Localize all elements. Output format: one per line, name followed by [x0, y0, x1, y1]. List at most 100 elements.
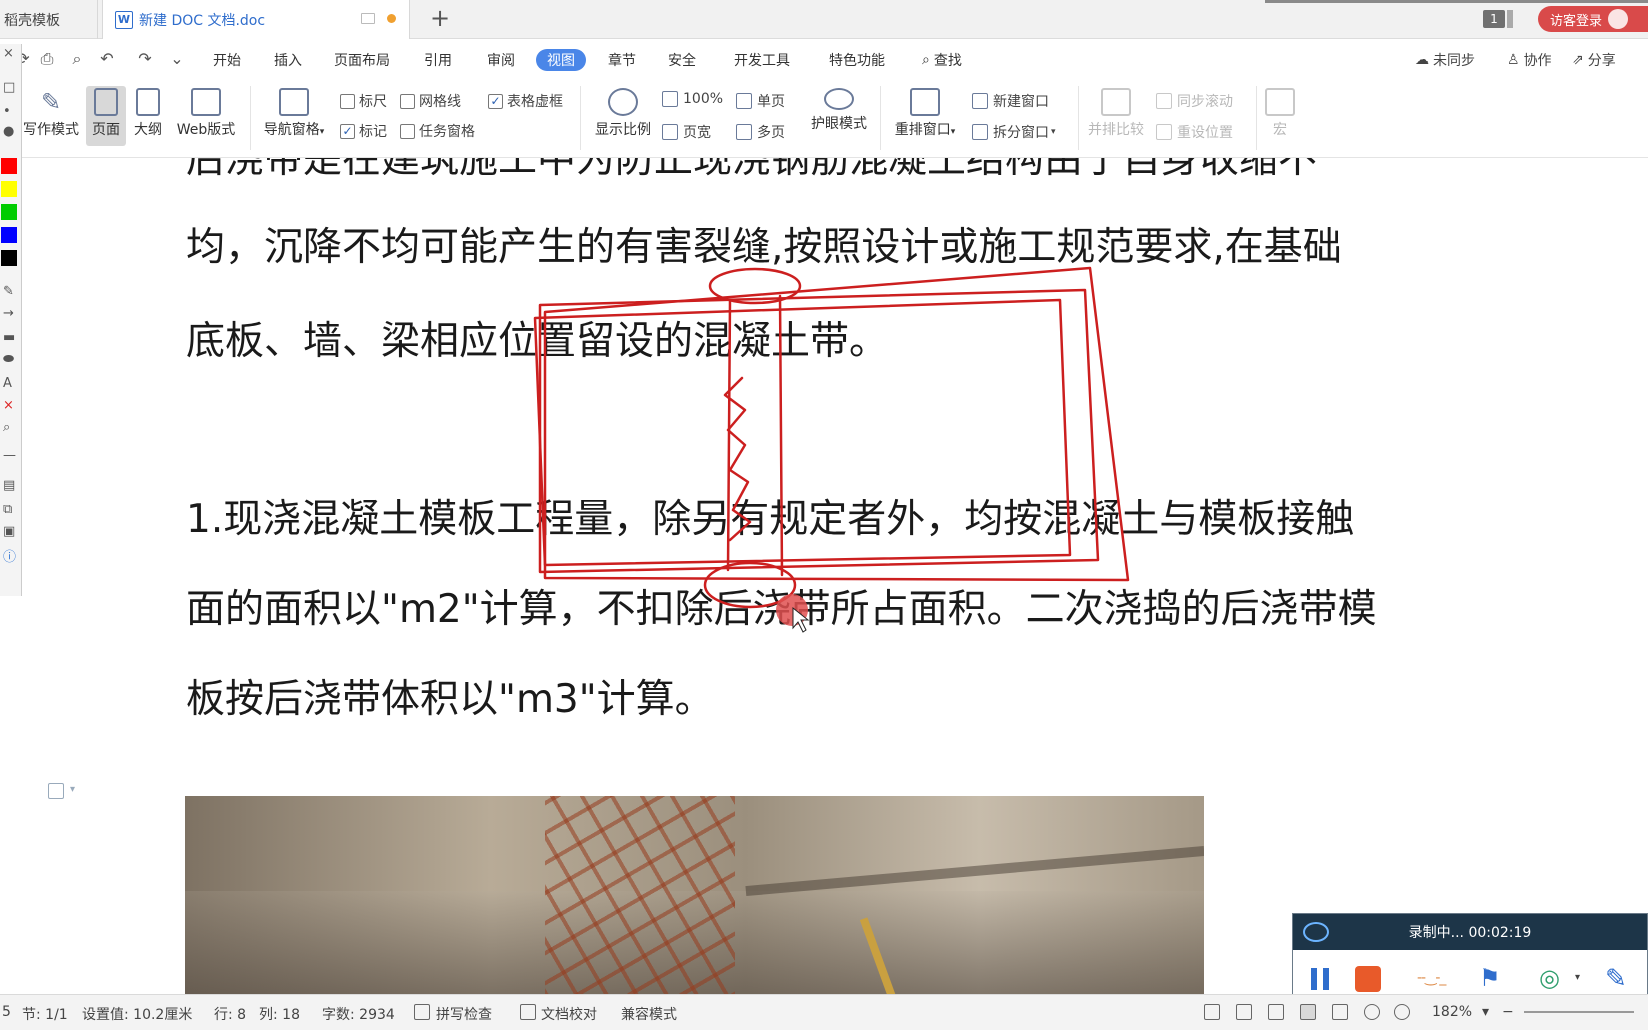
share-button[interactable]: ⇗ 分享	[1572, 49, 1616, 71]
sync-button[interactable]: ☁ 未同步	[1415, 49, 1475, 71]
color-yellow-swatch[interactable]	[1, 181, 17, 197]
doc-line-2[interactable]: 均，沉降不均可能产生的有害裂缝,按照设计或施工规范要求,在基础	[186, 216, 1342, 272]
doc-line-4[interactable]: 1.现浇混凝土模板工程量，除另有规定者外，均按混凝土与模板接触	[186, 488, 1354, 544]
zoom-level[interactable]: 182%	[1432, 1004, 1472, 1020]
multi-page-button[interactable]: 多页	[736, 122, 785, 142]
doc-line-1[interactable]: 后浇带是在建筑施工中为防止现浇钢筋混凝土结构由于自身收缩不	[186, 158, 1317, 184]
doc-proof-button[interactable]: 文档校对	[541, 1004, 597, 1024]
page-width-button[interactable]: 页宽	[662, 122, 711, 142]
page-indicator[interactable]: 5	[2, 1004, 11, 1020]
section-indicator[interactable]: 节: 1/1	[22, 1004, 68, 1024]
side-by-side-button[interactable]: 并排比较	[1084, 88, 1148, 144]
menu-developer[interactable]: 开发工具	[734, 49, 790, 71]
zoom-dropdown-icon[interactable]: ▾	[1482, 1004, 1489, 1020]
menu-features[interactable]: 特色功能	[829, 49, 885, 71]
pause-button[interactable]	[1307, 964, 1337, 994]
zoom-out-icon[interactable]: −	[1502, 1004, 1514, 1020]
arrow-tool-icon[interactable]: →	[3, 306, 14, 321]
copy-icon[interactable]: ⧉	[3, 502, 12, 517]
login-button[interactable]: 访客登录	[1538, 6, 1648, 32]
spell-check-button[interactable]: 拼写检查	[436, 1004, 492, 1024]
collab-button[interactable]: ♙ 协作	[1507, 49, 1552, 71]
toolbar-label-icon[interactable]: □	[3, 80, 15, 95]
zoom-button[interactable]: 显示比例	[590, 88, 656, 144]
line-tool-icon[interactable]: —	[3, 448, 16, 463]
table-gridlines-checkbox[interactable]: ✓ 表格虚框	[488, 91, 563, 111]
ruler-checkbox[interactable]: 标尺	[340, 91, 387, 111]
dropdown-caret-icon[interactable]: ▾	[70, 784, 75, 795]
page-mode-icon[interactable]	[1300, 1004, 1316, 1020]
dot-small-icon[interactable]: •	[3, 104, 11, 119]
text-tool-icon[interactable]: A	[3, 376, 12, 391]
redo-icon[interactable]: ↷	[136, 50, 154, 68]
construction-photo[interactable]	[185, 796, 1204, 994]
setting-value[interactable]: 设置值: 10.2厘米	[82, 1004, 192, 1024]
color-red-swatch[interactable]	[1, 158, 17, 174]
zoom-tool-icon[interactable]: ⌕	[3, 420, 10, 435]
menu-search[interactable]: ⌕ 查找	[922, 49, 962, 71]
outline-view-button[interactable]: 大纲	[130, 88, 166, 144]
macro-button[interactable]: 宏	[1262, 88, 1298, 144]
fullscreen-icon[interactable]	[1204, 1004, 1220, 1020]
web-mode-icon[interactable]	[1364, 1004, 1380, 1020]
write-mode-button[interactable]: ✎ 写作模式	[20, 88, 82, 144]
zoom-slider[interactable]	[1524, 1011, 1634, 1013]
doc-line-6[interactable]: 板按后浇带体积以"m3"计算。	[186, 668, 714, 724]
stop-button[interactable]	[1355, 966, 1381, 992]
trash-icon[interactable]: ▤	[3, 478, 15, 493]
menu-references[interactable]: 引用	[424, 49, 452, 71]
menu-layout[interactable]: 页面布局	[334, 49, 390, 71]
preview-icon[interactable]: ⌕	[68, 50, 86, 68]
menu-review[interactable]: 审阅	[487, 49, 515, 71]
info-icon[interactable]: ⓘ	[3, 546, 16, 565]
tab-template[interactable]: 稻壳模板	[0, 0, 98, 39]
eye-mode-icon[interactable]	[1394, 1004, 1410, 1020]
rearrange-window-button[interactable]: 重排窗口▾	[888, 88, 962, 144]
pointer-tool-icon[interactable]: ⚑	[1479, 964, 1513, 994]
doc-outline-icon[interactable]	[48, 783, 64, 799]
print-icon[interactable]: ⎙	[38, 50, 56, 68]
reset-position-button[interactable]: 重设位置	[1156, 122, 1233, 142]
doc-line-5[interactable]: 面的面积以"m2"计算，不扣除后浇带所占面积。二次浇捣的后浇带模	[186, 578, 1377, 634]
sync-scroll-button[interactable]: 同步滚动	[1156, 91, 1233, 111]
write-mode-icon[interactable]	[1268, 1004, 1284, 1020]
doc-line-3[interactable]: 底板、墙、梁相应位置留设的混凝土带。	[186, 310, 888, 366]
new-tab-button[interactable]: +	[430, 4, 450, 32]
outline-mode-icon[interactable]	[1332, 1004, 1348, 1020]
eye-mode-button[interactable]: 护眼模式	[806, 88, 872, 144]
zoom-100-button[interactable]: 100%	[662, 91, 723, 107]
ellipse-tool-icon[interactable]: ⬬	[3, 352, 14, 367]
color-blue-swatch[interactable]	[1, 227, 17, 243]
dot-large-icon[interactable]: ●	[3, 124, 14, 139]
page-view-button[interactable]: 页面	[86, 86, 126, 146]
word-count[interactable]: 字数: 2934	[322, 1004, 395, 1024]
color-black-swatch[interactable]	[1, 250, 17, 266]
single-page-button[interactable]: 单页	[736, 91, 785, 111]
document-canvas[interactable]: 后浇带是在建筑施工中为防止现浇钢筋混凝土结构由于自身收缩不 均，沉降不均可能产生…	[0, 158, 1648, 994]
erase-tool-icon[interactable]: ×	[3, 398, 14, 413]
save-icon[interactable]: ▣	[3, 524, 15, 539]
toolbar-close-icon[interactable]: ×	[3, 46, 14, 61]
more-dropdown-icon[interactable]: ⌄	[168, 50, 186, 68]
gridlines-checkbox[interactable]: 网格线	[400, 91, 461, 111]
menu-chapter[interactable]: 章节	[608, 49, 636, 71]
split-window-button[interactable]: 拆分窗口 ▾	[972, 122, 1056, 142]
menu-start[interactable]: 开始	[213, 49, 241, 71]
menu-insert[interactable]: 插入	[274, 49, 302, 71]
markup-checkbox[interactable]: ✓ 标记	[340, 121, 387, 141]
menu-view[interactable]: 视图	[536, 49, 586, 71]
new-window-button[interactable]: 新建窗口	[972, 91, 1049, 111]
color-green-swatch[interactable]	[1, 204, 17, 220]
undo-icon[interactable]: ↶	[98, 50, 116, 68]
webcam-icon[interactable]: ◎	[1539, 964, 1573, 994]
task-pane-checkbox[interactable]: 任务窗格	[400, 121, 475, 141]
screen-icon[interactable]	[361, 13, 375, 24]
window-count-badge[interactable]: 1	[1483, 10, 1505, 28]
tab-document[interactable]: W 新建 DOC 文档.doc	[102, 0, 410, 39]
menu-security[interactable]: 安全	[668, 49, 696, 71]
pen-tool-icon[interactable]: ✎	[3, 284, 14, 299]
nav-pane-button[interactable]: 导航窗格▾	[258, 88, 330, 144]
web-layout-button[interactable]: Web版式	[171, 88, 241, 144]
rect-tool-icon[interactable]: ▬	[3, 330, 15, 345]
read-mode-icon[interactable]	[1236, 1004, 1252, 1020]
